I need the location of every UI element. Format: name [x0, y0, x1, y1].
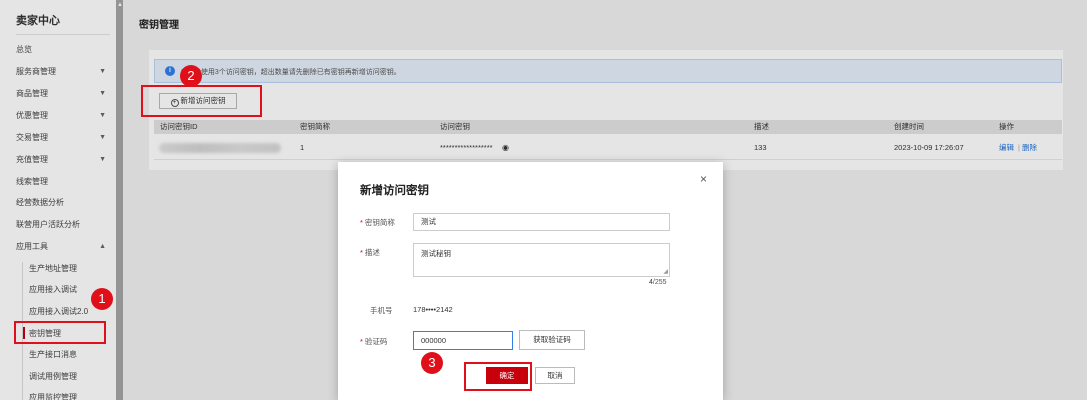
cancel-button[interactable]: 取消 — [535, 367, 575, 384]
required-mark: * — [360, 218, 363, 227]
description-textarea[interactable]: 测试秘钥 ◢ — [413, 243, 670, 277]
dialog-title: 新增访问密钥 — [360, 185, 429, 197]
description-value: 测试秘钥 — [421, 249, 451, 258]
annotation-highlight-key-management — [14, 321, 106, 344]
annotation-step-2: 2 — [180, 65, 202, 87]
annotation-highlight-confirm — [464, 362, 532, 391]
required-mark: * — [360, 337, 363, 346]
char-counter: 4/255 — [649, 279, 667, 286]
char-max: /255 — [652, 279, 667, 286]
key-name-input[interactable]: 测试 — [413, 213, 670, 231]
annotation-step-3: 3 — [421, 352, 443, 374]
verification-code-label: * 验证码 — [360, 337, 388, 346]
close-icon[interactable]: × — [700, 172, 707, 186]
resize-handle-icon[interactable]: ◢ — [663, 268, 668, 275]
get-code-button[interactable]: 获取验证码 — [519, 330, 585, 350]
annotation-highlight-add-button — [141, 85, 262, 117]
phone-value: 178••••2142 — [413, 305, 453, 314]
description-label: * 描述 — [360, 248, 380, 257]
verification-code-input[interactable]: 000000 — [413, 331, 513, 350]
phone-label: 手机号 — [370, 306, 393, 315]
key-name-label: * 密钥简称 — [360, 218, 395, 227]
annotation-step-1: 1 — [91, 288, 113, 310]
required-mark: * — [360, 248, 363, 257]
